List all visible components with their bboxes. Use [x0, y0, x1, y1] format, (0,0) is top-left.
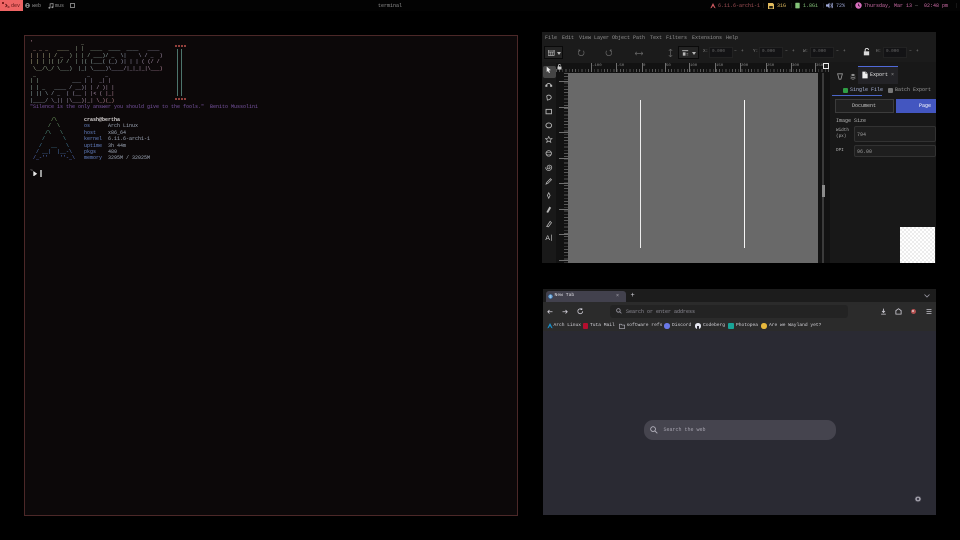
svg-text:A: A — [545, 235, 550, 241]
